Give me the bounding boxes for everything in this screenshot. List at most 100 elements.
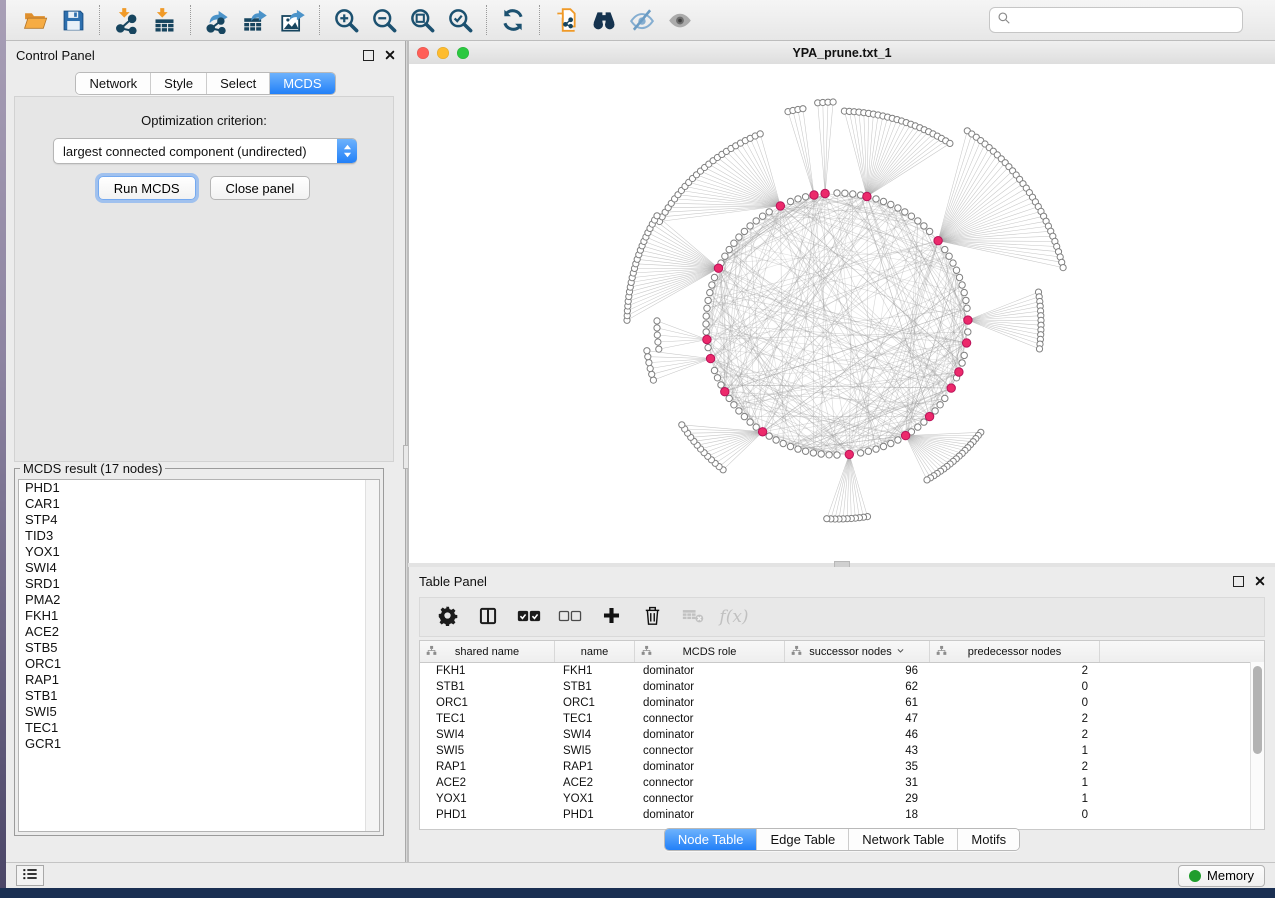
zoom-out-button[interactable] [365,3,403,37]
result-node[interactable]: STP4 [19,512,379,528]
cell-shared-name[interactable]: SWI5 [420,745,555,757]
criterion-select[interactable]: largest connected component (undirected) [53,138,357,164]
export-image-button[interactable] [274,3,312,37]
export-table-button[interactable] [236,3,274,37]
cell-successor-nodes[interactable]: 47 [785,713,930,725]
export-network-button[interactable] [198,3,236,37]
cell-MCDS-role[interactable]: dominator [635,761,785,773]
cell-name[interactable]: PHD1 [555,809,635,821]
result-node[interactable]: YOX1 [19,544,379,560]
cell-successor-nodes[interactable]: 18 [785,809,930,821]
table-row[interactable]: PHD1PHD1dominator180 [420,807,1264,823]
cell-name[interactable]: ACE2 [555,777,635,789]
cell-predecessor-nodes[interactable]: 1 [930,777,1100,789]
column-header-predecessor-nodes[interactable]: predecessor nodes [930,641,1100,662]
result-list-scrollbar[interactable] [365,480,379,831]
cell-predecessor-nodes[interactable]: 2 [930,713,1100,725]
cell-name[interactable]: SWI4 [555,729,635,741]
cell-successor-nodes[interactable]: 31 [785,777,930,789]
hide-selected-button[interactable] [623,3,661,37]
deselect-all-rows-button[interactable] [557,604,583,630]
add-column-button[interactable] [598,604,624,630]
cell-shared-name[interactable]: TEC1 [420,713,555,725]
cell-successor-nodes[interactable]: 35 [785,761,930,773]
close-panel-button[interactable]: Close panel [210,176,311,200]
cell-shared-name[interactable]: RAP1 [420,761,555,773]
refresh-layout-button[interactable] [494,3,532,37]
open-session-button[interactable] [16,3,54,37]
show-panels-button[interactable] [16,865,44,886]
result-node[interactable]: PHD1 [19,480,379,496]
table-row[interactable]: ORC1ORC1dominator610 [420,695,1264,711]
mcds-result-list[interactable]: PHD1CAR1STP4TID3YOX1SWI4SRD1PMA2FKH1ACE2… [18,479,380,832]
float-table-panel-icon[interactable] [1233,576,1244,587]
result-node[interactable]: SRD1 [19,576,379,592]
cell-predecessor-nodes[interactable]: 0 [930,681,1100,693]
column-header-name[interactable]: name [555,641,635,662]
result-node[interactable]: CAR1 [19,496,379,512]
cell-predecessor-nodes[interactable]: 2 [930,729,1100,741]
close-panel-icon[interactable] [385,50,395,60]
cell-name[interactable]: TEC1 [555,713,635,725]
network-canvas[interactable] [409,64,1275,563]
cell-successor-nodes[interactable]: 46 [785,729,930,741]
column-header-shared-name[interactable]: shared name [420,641,555,662]
float-panel-icon[interactable] [363,50,374,61]
cell-predecessor-nodes[interactable]: 2 [930,761,1100,773]
cell-name[interactable]: YOX1 [555,793,635,805]
table-row[interactable]: TEC1TEC1connector472 [420,711,1264,727]
table-scrollbar-thumb[interactable] [1253,666,1262,754]
memory-button[interactable]: Memory [1178,865,1265,887]
cell-predecessor-nodes[interactable]: 0 [930,809,1100,821]
save-session-button[interactable] [54,3,92,37]
cell-successor-nodes[interactable]: 62 [785,681,930,693]
table-row[interactable]: ACE2ACE2connector311 [420,775,1264,791]
cell-name[interactable]: RAP1 [555,761,635,773]
table-row[interactable]: SWI5SWI5connector431 [420,743,1264,759]
cell-predecessor-nodes[interactable]: 1 [930,793,1100,805]
import-table-button[interactable] [145,3,183,37]
cell-MCDS-role[interactable]: connector [635,777,785,789]
result-node[interactable]: ACE2 [19,624,379,640]
result-node[interactable]: SWI5 [19,704,379,720]
zoom-selected-button[interactable] [441,3,479,37]
find-button[interactable] [585,3,623,37]
import-network-button[interactable] [107,3,145,37]
column-visibility-button[interactable] [475,604,501,630]
cell-name[interactable]: STB1 [555,681,635,693]
cell-MCDS-role[interactable]: connector [635,745,785,757]
select-all-rows-button[interactable] [516,604,542,630]
cell-MCDS-role[interactable]: dominator [635,809,785,821]
cell-shared-name[interactable]: ORC1 [420,697,555,709]
search-box[interactable] [989,7,1243,33]
cell-MCDS-role[interactable]: connector [635,793,785,805]
cell-successor-nodes[interactable]: 96 [785,665,930,677]
tab-select[interactable]: Select [207,73,270,94]
column-header-MCDS-role[interactable]: MCDS role [635,641,785,662]
column-header-successor-nodes[interactable]: successor nodes [785,641,930,662]
result-node[interactable]: SWI4 [19,560,379,576]
cell-predecessor-nodes[interactable]: 0 [930,697,1100,709]
result-node[interactable]: STB1 [19,688,379,704]
cell-name[interactable]: FKH1 [555,665,635,677]
result-node[interactable]: GCR1 [19,736,379,752]
tab-edge-table[interactable]: Edge Table [757,829,849,850]
show-all-button[interactable] [661,3,699,37]
zoom-in-button[interactable] [327,3,365,37]
cell-MCDS-role[interactable]: connector [635,713,785,725]
cell-predecessor-nodes[interactable]: 2 [930,665,1100,677]
cell-MCDS-role[interactable]: dominator [635,681,785,693]
zoom-fit-button[interactable] [403,3,441,37]
table-row[interactable]: FKH1FKH1dominator962 [420,663,1264,679]
tab-node-table[interactable]: Node Table [665,829,758,850]
cell-shared-name[interactable]: YOX1 [420,793,555,805]
cell-name[interactable]: SWI5 [555,745,635,757]
cell-successor-nodes[interactable]: 61 [785,697,930,709]
close-table-panel-icon[interactable] [1255,576,1265,586]
run-mcds-button[interactable]: Run MCDS [98,176,196,200]
copy-network-button[interactable] [547,3,585,37]
result-node[interactable]: TEC1 [19,720,379,736]
cell-shared-name[interactable]: FKH1 [420,665,555,677]
cell-MCDS-role[interactable]: dominator [635,665,785,677]
tab-network-table[interactable]: Network Table [849,829,958,850]
